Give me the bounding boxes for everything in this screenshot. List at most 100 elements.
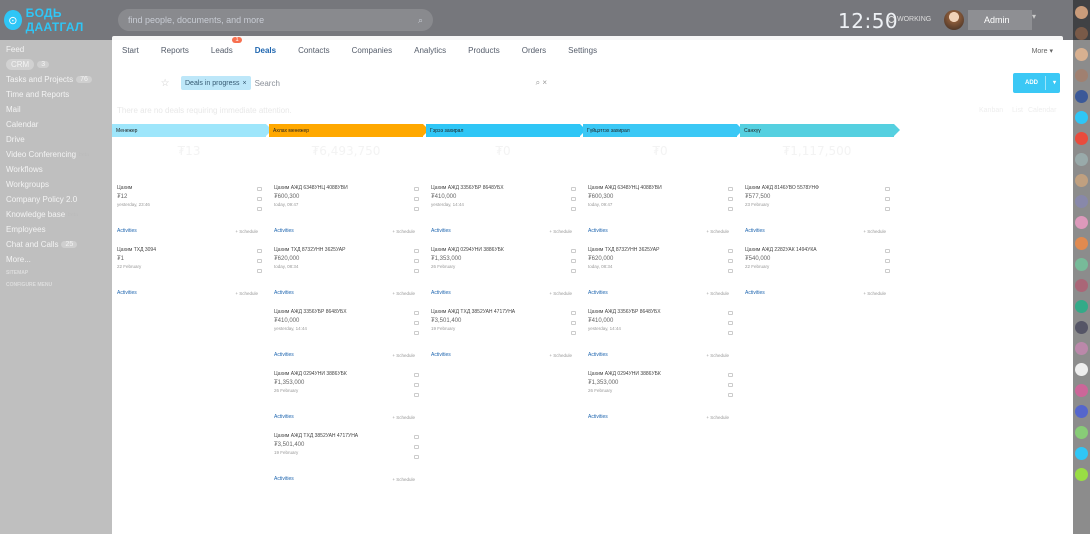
column-header[interactable]: Ахлах менежер <box>269 124 429 137</box>
activities-link[interactable]: Activities <box>431 228 451 234</box>
phone-icon[interactable] <box>728 249 733 253</box>
activities-link[interactable]: Activities <box>274 476 294 482</box>
schedule-link[interactable]: + Schedule <box>235 229 258 234</box>
rail-avatar[interactable] <box>1075 111 1088 124</box>
deal-title[interactable]: Цахим АЖД 0294УНИ 3886УБК <box>274 371 404 377</box>
deal-card[interactable]: Цахим АЖД 0294УНИ 3886УБК ₮1,353,000 26 Fe… <box>426 243 580 301</box>
activities-link[interactable]: Activities <box>745 290 765 296</box>
activities-link[interactable]: Activities <box>588 414 608 420</box>
column-header[interactable]: Гэрээ захирал <box>426 124 586 137</box>
rail-avatar[interactable] <box>1075 216 1088 229</box>
rail-avatar[interactable] <box>1075 468 1088 481</box>
sidebar-item[interactable]: CRM 3 <box>0 57 112 72</box>
pipeline-select-button[interactable]: МЕНЕЖ ТӨЛӨВ ▾ <box>913 73 985 93</box>
chat-icon[interactable] <box>571 331 576 335</box>
automation-rules-button[interactable]: Automation rules <box>906 106 970 119</box>
schedule-link[interactable]: + Schedule <box>549 353 572 358</box>
schedule-link[interactable]: + Schedule <box>706 415 729 420</box>
sidebar-item[interactable]: Drive <box>0 132 112 147</box>
chat-icon[interactable] <box>728 393 733 397</box>
chat-icon[interactable] <box>414 207 419 211</box>
activities-link[interactable]: Activities <box>588 352 608 358</box>
mail-icon[interactable] <box>571 321 576 325</box>
deal-title[interactable]: Цахим АЖД ТХД 3852УАН 4717УНА <box>274 433 404 439</box>
filter-chip[interactable]: Deals in progress × <box>181 76 251 90</box>
company-logo[interactable]: ⊙ БОДЬ ДААТГАЛ <box>0 6 112 34</box>
deal-card[interactable]: Цахим АЖД ТХД 3852УАН 4717УНА ₮3,501,400 1… <box>426 305 580 363</box>
deal-title[interactable]: Цахим АЖД 3356УБР 8648УБХ <box>431 185 561 191</box>
rail-avatar[interactable] <box>1075 6 1088 19</box>
deal-card[interactable]: Цахим АЖД 3356УБР 8648УБХ ₮410,000 yesterd… <box>583 305 737 363</box>
deal-card[interactable]: Цахим АЖД 2282УАК 1494УКА ₮540,000 22 Febr… <box>740 243 894 301</box>
mail-icon[interactable] <box>414 321 419 325</box>
rail-avatar[interactable] <box>1075 174 1088 187</box>
deal-title[interactable]: Цахим АЖД 0294УНИ 3886УБК <box>431 247 561 253</box>
column-header[interactable]: Менежер <box>112 124 272 137</box>
sidebar-item[interactable]: Company Policy 2.0 <box>0 192 112 207</box>
sidebar-item[interactable]: Video Conferencing beta <box>0 147 112 162</box>
column-add-button[interactable]: + <box>740 165 894 177</box>
schedule-link[interactable]: + Schedule <box>392 229 415 234</box>
deal-title[interactable]: Цахим ТХД 8732УНН 3625УАР <box>588 247 718 253</box>
tab-deals[interactable]: Deals <box>255 46 276 55</box>
deal-title[interactable]: Цахим АЖД 6348УНЦ 4088УВИ <box>274 185 404 191</box>
sidebar-item[interactable]: Workgroups <box>0 177 112 192</box>
tab-settings[interactable]: Settings <box>568 46 597 55</box>
activities-link[interactable]: Activities <box>117 290 137 296</box>
extensions-button[interactable]: Extensions ▾ <box>840 106 898 119</box>
sidebar-item[interactable]: Time and Reports <box>0 87 112 102</box>
mail-icon[interactable] <box>728 197 733 201</box>
chat-icon[interactable] <box>728 331 733 335</box>
activities-link[interactable]: Activities <box>431 290 451 296</box>
phone-icon[interactable] <box>414 249 419 253</box>
deal-card[interactable]: Цахим АЖД ТХД 3852УАН 4717УНА ₮3,501,400 1… <box>269 429 423 487</box>
rail-avatar[interactable] <box>1075 132 1088 145</box>
sidebar-item[interactable]: Employees <box>0 222 112 237</box>
schedule-link[interactable]: + Schedule <box>549 291 572 296</box>
tab-leads[interactable]: Leads 1 <box>211 36 242 55</box>
tab-products[interactable]: Products <box>468 46 500 55</box>
tab-analytics[interactable]: Analytics <box>414 46 446 55</box>
rail-avatar[interactable] <box>1075 153 1088 166</box>
chat-icon[interactable] <box>414 269 419 273</box>
deal-card[interactable]: Цахим АЖД 0294УНИ 3886УБК ₮1,353,000 26 Fe… <box>269 367 423 425</box>
activities-link[interactable]: Activities <box>431 352 451 358</box>
rail-avatar[interactable] <box>1075 426 1088 439</box>
tab-contacts[interactable]: Contacts <box>298 46 330 55</box>
schedule-link[interactable]: + Schedule <box>706 229 729 234</box>
star-icon[interactable]: ☆ <box>161 78 170 89</box>
schedule-link[interactable]: + Schedule <box>392 477 415 482</box>
mail-icon[interactable] <box>414 259 419 263</box>
phone-icon[interactable] <box>257 249 262 253</box>
sidebar-small-link[interactable]: SITEMAP <box>0 267 112 279</box>
rail-avatar[interactable] <box>1075 90 1088 103</box>
mail-icon[interactable] <box>728 383 733 387</box>
schedule-link[interactable]: + Schedule <box>235 291 258 296</box>
rail-avatar[interactable] <box>1075 300 1088 313</box>
deal-card[interactable]: Цахим АЖД 3356УБР 8648УБХ ₮410,000 yesterd… <box>426 181 580 239</box>
deals-filter[interactable]: Deals in progress × Search ⌕ × <box>178 73 553 93</box>
rail-avatar[interactable] <box>1075 27 1088 40</box>
view-kanban[interactable]: Kanban <box>979 107 1004 115</box>
schedule-link[interactable]: + Schedule <box>706 291 729 296</box>
sidebar-item[interactable]: Workflows <box>0 162 112 177</box>
chat-icon[interactable] <box>885 269 890 273</box>
rail-avatar[interactable] <box>1075 69 1088 82</box>
user-menu[interactable]: Admin <box>968 10 1032 30</box>
mail-icon[interactable] <box>257 259 262 263</box>
deal-card[interactable]: Цахим АЖД 6348УНЦ 4088УВИ ₮600,300 today, … <box>583 181 737 239</box>
deal-card[interactable]: Цахим ТХД 3094 ₮1 22 February Activities + S… <box>112 243 266 301</box>
mail-icon[interactable] <box>414 383 419 387</box>
phone-icon[interactable] <box>257 187 262 191</box>
schedule-link[interactable]: + Schedule <box>392 291 415 296</box>
phone-icon[interactable] <box>414 187 419 191</box>
column-add-button[interactable]: + <box>269 165 423 177</box>
chat-icon[interactable] <box>414 393 419 397</box>
phone-icon[interactable] <box>414 435 419 439</box>
work-status-toggle[interactable]: WORKING <box>888 16 931 23</box>
schedule-link[interactable]: + Schedule <box>392 415 415 420</box>
view-calendar[interactable]: Calendar <box>1028 107 1056 114</box>
sidebar-item[interactable]: Knowledge base beta <box>0 207 112 222</box>
mail-icon[interactable] <box>571 197 576 201</box>
phone-icon[interactable] <box>571 249 576 253</box>
